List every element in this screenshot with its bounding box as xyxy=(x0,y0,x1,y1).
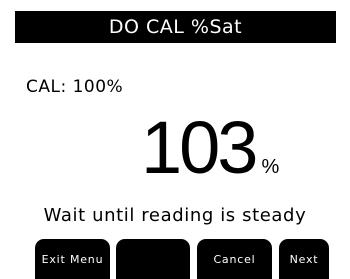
cancel-button[interactable]: Cancel xyxy=(197,239,272,279)
exit-menu-button[interactable]: Exit Menu xyxy=(35,239,110,279)
next-label: Next xyxy=(289,253,319,266)
softkey-bar: Exit Menu Cancel Next xyxy=(0,239,350,279)
page-title: DO CAL %Sat xyxy=(108,16,243,38)
calibration-label: CAL: 100% xyxy=(26,77,124,97)
reading-value: 103 xyxy=(141,106,258,189)
cancel-label: Cancel xyxy=(213,253,256,266)
reading-display: 103 % xyxy=(141,95,279,185)
blank-softkey-button[interactable] xyxy=(116,239,190,279)
status-message: Wait until reading is steady xyxy=(43,205,307,226)
next-button[interactable]: Next xyxy=(279,239,329,279)
exit-menu-label: Exit Menu xyxy=(41,253,104,266)
instrument-display: DO CAL %Sat CAL: 100% 103 % Wait until r… xyxy=(0,0,350,279)
title-bar: DO CAL %Sat xyxy=(15,11,336,43)
reading-unit: % xyxy=(261,156,280,178)
